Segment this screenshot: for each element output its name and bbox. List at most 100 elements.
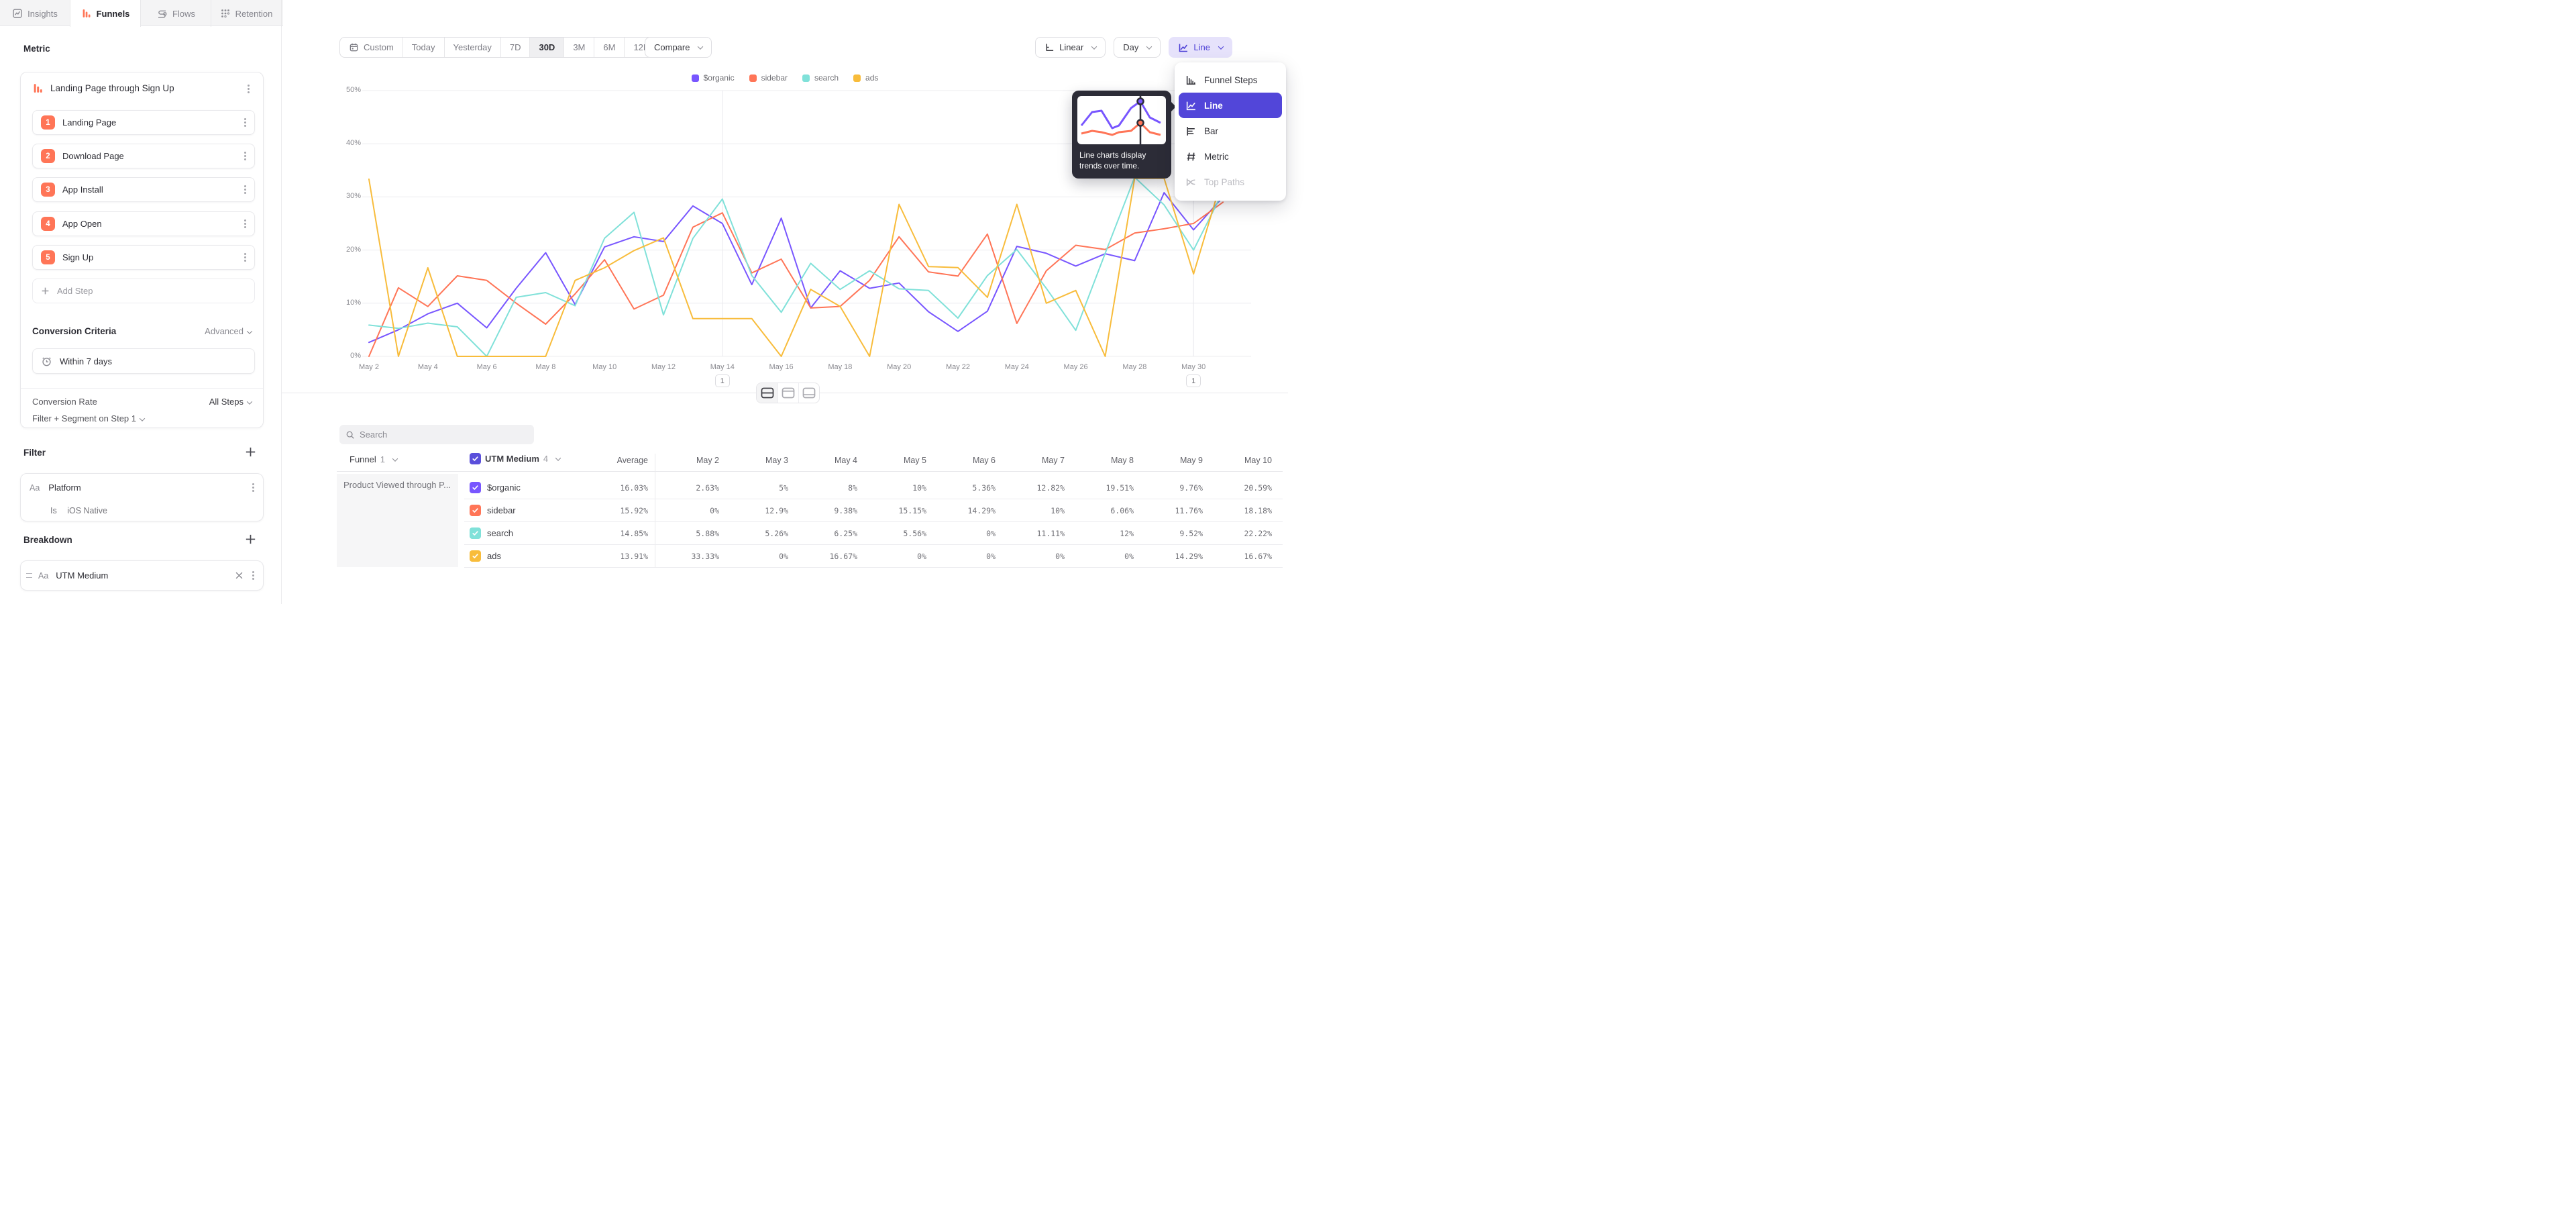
tab-label: Insights [28, 9, 58, 19]
menu-item-metric[interactable]: Metric [1179, 144, 1282, 169]
value-cell: 5.56% [857, 529, 926, 538]
add-filter-button[interactable] [245, 446, 257, 458]
menu-item-label: Line [1204, 101, 1223, 111]
checkbox-checked-icon[interactable] [470, 482, 481, 493]
series-cell: search [470, 527, 513, 539]
column-header-may-8[interactable]: May 8 [1065, 456, 1134, 465]
menu-item-funnel-steps[interactable]: Funnel Steps [1179, 67, 1282, 93]
column-header-may-3[interactable]: May 3 [719, 456, 788, 465]
add-step-button[interactable]: Add Step [32, 279, 255, 303]
column-header-may-9[interactable]: May 9 [1134, 456, 1203, 465]
breakdown-card[interactable]: Aa UTM Medium [20, 560, 264, 591]
query-sidebar: Metric Landing Page through Sign Up 1Lan… [0, 26, 282, 604]
value-cell: 16.67% [1203, 552, 1272, 561]
step-kebab-icon[interactable] [244, 155, 246, 157]
x-axis-tick: May 12 [640, 363, 687, 371]
series-cell: ads [470, 550, 501, 562]
funnel-step-4[interactable]: 4App Open [32, 211, 255, 236]
value-cell: 0% [719, 552, 788, 561]
step-kebab-icon[interactable] [244, 189, 246, 191]
breakdown-kebab-icon[interactable] [252, 574, 254, 576]
layout-toggle-split-view[interactable] [757, 383, 777, 403]
value-cell: 9.76% [1134, 483, 1203, 493]
layout-toggle-table-view[interactable] [798, 383, 819, 403]
filter-kebab-icon[interactable] [252, 487, 254, 489]
value-cell: 33.33% [650, 552, 719, 561]
menu-item-bar[interactable]: Bar [1179, 118, 1282, 144]
checkbox-checked-icon[interactable] [470, 550, 481, 562]
breakdown-property[interactable]: UTM Medium [56, 570, 235, 581]
tab-label: Flows [172, 9, 195, 19]
column-header-may-5[interactable]: May 5 [857, 456, 926, 465]
plus-icon [245, 534, 256, 545]
series-line-organic[interactable] [369, 193, 1223, 342]
conversion-criteria-heading: Conversion Criteria [32, 326, 205, 336]
column-header-may-6[interactable]: May 6 [926, 456, 996, 465]
filter-section-label: Filter [23, 448, 46, 458]
step-kebab-icon[interactable] [244, 121, 246, 123]
x-axis-tick: May 18 [816, 363, 863, 371]
column-header-average[interactable]: Average [579, 456, 648, 465]
funnel-title[interactable]: Landing Page through Sign Up [50, 83, 174, 93]
value-cell: 16.03% [579, 483, 648, 493]
add-breakdown-button[interactable] [245, 534, 257, 546]
value-cell: 5.26% [719, 529, 788, 538]
breakdown-column-selector[interactable]: UTM Medium 4 [470, 453, 560, 464]
funnel-step-1[interactable]: 1Landing Page [32, 110, 255, 135]
conversion-window-button[interactable]: Within 7 days [32, 348, 255, 374]
metric-icon [1185, 151, 1197, 162]
step-kebab-icon[interactable] [244, 256, 246, 258]
value-cell: 19.51% [1065, 483, 1134, 493]
annotation-badge[interactable]: 1 [715, 374, 730, 387]
value-cell: 12.82% [996, 483, 1065, 493]
value-cell: 0% [1065, 552, 1134, 561]
checkbox-checked-icon[interactable] [470, 527, 481, 539]
step-kebab-icon[interactable] [244, 223, 246, 225]
breakdown-section-label: Breakdown [23, 535, 72, 545]
funnel-step-5[interactable]: 5Sign Up [32, 245, 255, 270]
layout-toggle-chart-view[interactable] [777, 383, 798, 403]
filter-property[interactable]: Platform [48, 483, 252, 493]
column-header-may-7[interactable]: May 7 [996, 456, 1065, 465]
funnel-step-3[interactable]: 3App Install [32, 177, 255, 202]
drag-handle-icon[interactable] [26, 573, 32, 578]
chevron-down-icon [555, 455, 561, 460]
line-chart [282, 26, 1288, 382]
y-axis-tick: 10% [326, 299, 361, 307]
funnel-selector[interactable]: Funnel 1 [350, 454, 397, 464]
value-cell: 12% [1065, 529, 1134, 538]
tab-retention[interactable]: Retention [211, 0, 282, 27]
series-line-search[interactable] [369, 177, 1223, 356]
annotation-badge[interactable]: 1 [1186, 374, 1201, 387]
checkbox-checked-icon[interactable] [470, 505, 481, 516]
value-cell: 0% [996, 552, 1065, 561]
filter-value[interactable]: iOS Native [67, 506, 107, 515]
filter-card[interactable]: Aa Platform Is iOS Native [20, 473, 264, 521]
funnel-menu-kebab-icon[interactable] [248, 88, 250, 90]
menu-item-line[interactable]: Line [1179, 93, 1282, 118]
conversion-rate-steps-dropdown[interactable]: All Steps [209, 397, 252, 407]
step-number-badge: 2 [41, 149, 55, 163]
column-header-may-2[interactable]: May 2 [650, 456, 719, 465]
chevron-down-icon [392, 456, 398, 461]
value-cell: 5% [719, 483, 788, 493]
search-input[interactable] [360, 430, 528, 440]
filter-operator[interactable]: Is [50, 506, 57, 515]
funnel-step-2[interactable]: 2Download Page [32, 144, 255, 168]
series-line-ads[interactable] [369, 176, 1223, 356]
checkbox-checked-icon[interactable] [470, 453, 481, 464]
flows-icon [156, 8, 168, 19]
x-axis-tick: May 28 [1111, 363, 1158, 371]
remove-breakdown-icon[interactable] [235, 572, 243, 579]
column-header-may-10[interactable]: May 10 [1203, 456, 1272, 465]
value-cell: 9.38% [788, 506, 857, 515]
advanced-dropdown[interactable]: Advanced [205, 326, 252, 336]
tab-funnels[interactable]: Funnels [70, 0, 141, 27]
column-header-may-4[interactable]: May 4 [788, 456, 857, 465]
funnels-icon [81, 8, 92, 19]
value-cell: 11.11% [996, 529, 1065, 538]
tab-flows[interactable]: Flows [141, 0, 211, 27]
filter-segment-dropdown[interactable]: Filter + Segment on Step 1 [32, 413, 144, 423]
tab-insights[interactable]: Insights [0, 0, 70, 27]
value-cell: 0% [857, 552, 926, 561]
